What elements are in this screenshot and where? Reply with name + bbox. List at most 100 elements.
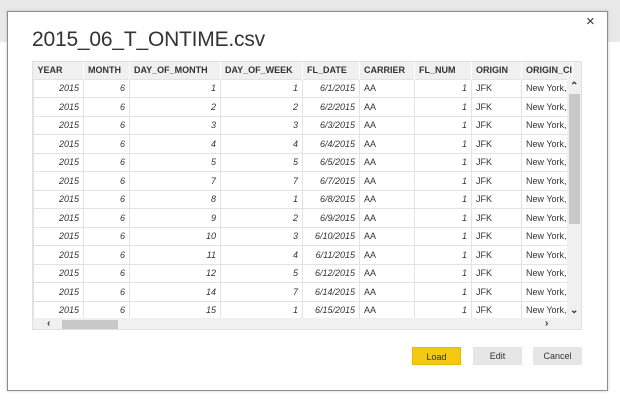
table-cell: JFK <box>471 152 522 172</box>
table-cell: 1 <box>414 208 472 228</box>
table-cell: 6 <box>83 226 130 246</box>
table-cell: AA <box>359 115 415 135</box>
table-cell: 2015 <box>33 115 84 135</box>
scroll-up-icon[interactable]: ⌃ <box>570 81 578 92</box>
table-cell: 6 <box>83 115 130 135</box>
table-cell: New York, <box>520 282 574 302</box>
table-cell: New York, <box>520 189 574 209</box>
table-cell: 2015 <box>33 226 84 246</box>
table-cell: 6 <box>83 245 130 265</box>
table-cell: 2015 <box>33 189 84 209</box>
scroll-right-icon[interactable]: › <box>545 318 548 329</box>
table-cell: 1 <box>414 115 472 135</box>
table-cell: AA <box>359 97 415 117</box>
table-cell: 5 <box>129 152 221 172</box>
table-cell: 6/2/2015 <box>302 97 360 117</box>
table-cell: AA <box>359 245 415 265</box>
column-header[interactable]: YEAR <box>33 62 84 79</box>
table-cell: AA <box>359 226 415 246</box>
table-cell: 6/12/2015 <box>302 263 360 283</box>
table-cell: 7 <box>129 171 221 191</box>
cancel-button[interactable]: Cancel <box>533 347 582 365</box>
table-cell: 12 <box>129 263 221 283</box>
scroll-down-icon[interactable]: ⌄ <box>570 305 578 316</box>
table-cell: 6/15/2015 <box>302 300 360 320</box>
table-cell: AA <box>359 263 415 283</box>
table-cell: 1 <box>414 300 472 320</box>
table-row: 2015 6 1 1 6/1/2015 AA 1 JFK New York, <box>33 78 574 98</box>
table-cell: JFK <box>471 171 522 191</box>
table-cell: AA <box>359 171 415 191</box>
table-cell: JFK <box>471 78 522 98</box>
table-cell: New York, <box>520 171 574 191</box>
table-row: 2015 6 10 3 6/10/2015 AA 1 JFK New York, <box>33 226 574 246</box>
table-cell: 6 <box>83 78 130 98</box>
column-header[interactable]: ORIGIN_CI <box>521 62 574 79</box>
table-cell: 2015 <box>33 152 84 172</box>
column-header[interactable]: ORIGIN <box>471 62 522 79</box>
table-cell: 6 <box>83 171 130 191</box>
table-cell: 6/4/2015 <box>302 134 360 154</box>
vertical-scroll-thumb[interactable] <box>569 94 580 224</box>
column-header[interactable]: FL_DATE <box>302 62 360 79</box>
close-icon[interactable]: × <box>586 13 595 30</box>
table-cell: 2015 <box>33 263 84 283</box>
table-cell: JFK <box>471 300 522 320</box>
column-header[interactable]: FL_NUM <box>414 62 472 79</box>
table-cell: 1 <box>414 97 472 117</box>
table-cell: 2015 <box>33 300 84 320</box>
data-table: YEAR MONTH DAY_OF_MONTH DAY_OF_WEEK FL_DATE C… <box>33 62 574 329</box>
table-row: 2015 6 3 3 6/3/2015 AA 1 JFK New York, <box>33 115 574 135</box>
table-row: 2015 6 14 7 6/14/2015 AA 1 JFK New York, <box>33 282 574 302</box>
table-cell: 6/7/2015 <box>302 171 360 191</box>
table-cell: JFK <box>471 97 522 117</box>
table-cell: JFK <box>471 282 522 302</box>
table-cell: New York, <box>520 78 574 98</box>
table-cell: 1 <box>414 226 472 246</box>
edit-button[interactable]: Edit <box>473 347 522 365</box>
table-cell: New York, <box>520 134 574 154</box>
column-header[interactable]: DAY_OF_MONTH <box>129 62 221 79</box>
table-row: 2015 6 12 5 6/12/2015 AA 1 JFK New York, <box>33 263 574 283</box>
table-cell: New York, <box>520 245 574 265</box>
table-cell: JFK <box>471 226 522 246</box>
table-cell: 6/14/2015 <box>302 282 360 302</box>
column-header[interactable]: CARRIER <box>359 62 415 79</box>
table-cell: JFK <box>471 134 522 154</box>
table-cell: 6/10/2015 <box>302 226 360 246</box>
vertical-scrollbar[interactable]: ⌃ ⌄ <box>567 79 581 319</box>
table-cell: New York, <box>520 300 574 320</box>
table-cell: AA <box>359 134 415 154</box>
horizontal-scrollbar[interactable]: ‹ › <box>33 318 581 329</box>
load-button[interactable]: Load <box>412 347 461 365</box>
table-cell: 1 <box>414 263 472 283</box>
table-cell: JFK <box>471 189 522 209</box>
table-row: 2015 6 8 1 6/8/2015 AA 1 JFK New York, <box>33 189 574 209</box>
table-cell: New York, <box>520 97 574 117</box>
table-cell: AA <box>359 189 415 209</box>
table-cell: 7 <box>220 171 303 191</box>
table-cell: 1 <box>414 189 472 209</box>
table-cell: 2015 <box>33 134 84 154</box>
table-cell: New York, <box>520 263 574 283</box>
table-cell: New York, <box>520 226 574 246</box>
table-cell: New York, <box>520 208 574 228</box>
table-row: 2015 6 2 2 6/2/2015 AA 1 JFK New York, <box>33 97 574 117</box>
column-header[interactable]: MONTH <box>83 62 130 79</box>
table-cell: 1 <box>220 300 303 320</box>
table-cell: 2 <box>129 97 221 117</box>
column-header[interactable]: DAY_OF_WEEK <box>220 62 303 79</box>
table-cell: New York, <box>520 115 574 135</box>
table-cell: 10 <box>129 226 221 246</box>
dialog-title: 2015_06_T_ONTIME.csv <box>32 28 265 51</box>
scroll-left-icon[interactable]: ‹ <box>47 318 50 329</box>
table-cell: 6 <box>83 97 130 117</box>
horizontal-scroll-thumb[interactable] <box>62 320 118 329</box>
table-cell: 3 <box>129 115 221 135</box>
table-cell: 6/9/2015 <box>302 208 360 228</box>
table-cell: 3 <box>220 115 303 135</box>
table-cell: 1 <box>414 245 472 265</box>
table-cell: JFK <box>471 263 522 283</box>
table-cell: AA <box>359 282 415 302</box>
table-cell: 5 <box>220 263 303 283</box>
